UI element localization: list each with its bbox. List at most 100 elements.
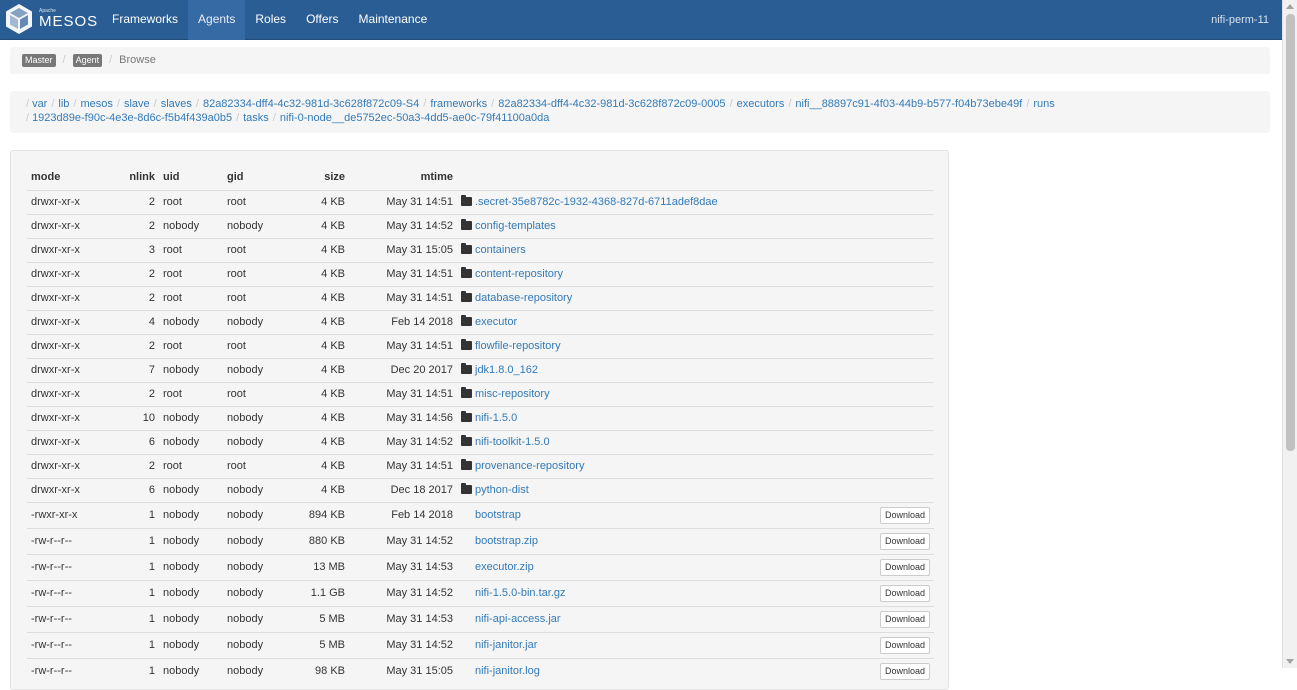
- path-segment[interactable]: 82a82334-dff4-4c32-981d-3c628f872c09-000…: [498, 98, 725, 110]
- path-segment[interactable]: frameworks: [430, 98, 487, 110]
- cell-size: 4 KB: [295, 237, 349, 262]
- path-segment[interactable]: nifi__88897c91-4f03-44b9-b577-f04b73ebe4…: [795, 98, 1022, 110]
- path-segment[interactable]: mesos: [80, 98, 112, 110]
- path-separator: /: [73, 98, 77, 110]
- directory-link[interactable]: jdk1.8.0_162: [475, 364, 538, 376]
- path-segment[interactable]: lib: [58, 98, 69, 110]
- directory-link[interactable]: provenance-repository: [475, 460, 584, 472]
- folder-icon: [461, 267, 472, 278]
- cell-uid: nobody: [159, 429, 223, 454]
- download-button[interactable]: Download: [879, 584, 930, 602]
- directory-link[interactable]: executor: [475, 316, 517, 328]
- path-segment[interactable]: slave: [124, 98, 150, 110]
- directory-link[interactable]: flowfile-repository: [475, 340, 561, 352]
- cell-mtime: Feb 14 2018: [349, 309, 457, 334]
- cell-actions: [875, 261, 934, 286]
- directory-link[interactable]: nifi-1.5.0: [475, 412, 517, 424]
- file-link[interactable]: nifi-1.5.0-bin.tar.gz: [475, 587, 566, 599]
- directory-link[interactable]: python-dist: [475, 484, 529, 496]
- cell-mode: drwxr-xr-x: [27, 381, 117, 406]
- cell-gid: root: [223, 261, 295, 286]
- directory-link[interactable]: misc-repository: [475, 388, 550, 400]
- cell-nlink: 1: [117, 527, 159, 554]
- page-scrollbar[interactable]: [1282, 0, 1297, 668]
- file-link[interactable]: bootstrap: [475, 509, 521, 521]
- download-button[interactable]: Download: [879, 610, 930, 628]
- file-link[interactable]: executor.zip: [475, 561, 534, 573]
- header-mtime[interactable]: mtime: [349, 165, 457, 191]
- nav-offers[interactable]: Offers: [296, 0, 348, 40]
- nav-agents[interactable]: Agents: [188, 0, 246, 40]
- path-separator: /: [272, 112, 276, 124]
- path-segment[interactable]: nifi-0-node__de5752ec-50a3-4dd5-ae0c-79f…: [280, 112, 550, 124]
- cell-nlink: 1: [117, 631, 159, 658]
- download-button[interactable]: Download: [879, 662, 930, 680]
- cell-size: 98 KB: [295, 657, 349, 684]
- cell-nlink: 3: [117, 237, 159, 262]
- cell-gid: nobody: [223, 605, 295, 632]
- directory-link[interactable]: .secret-35e8782c-1932-4368-827d-6711adef…: [475, 196, 718, 208]
- file-browser-panel: mode nlink uid gid size mtime drwxr-xr-x…: [10, 150, 949, 690]
- directory-link[interactable]: config-templates: [475, 220, 556, 232]
- path-segment[interactable]: 82a82334-dff4-4c32-981d-3c628f872c09-S4: [203, 98, 419, 110]
- cell-name: flowfile-repository: [457, 333, 876, 358]
- scrollbar-thumb[interactable]: [1286, 14, 1295, 451]
- file-link[interactable]: nifi-janitor.jar: [475, 639, 537, 651]
- download-button[interactable]: Download: [879, 532, 930, 550]
- cell-nlink: 6: [117, 429, 159, 454]
- table-row: drwxr-xr-x 2 root root 4 KB May 31 14:51 .secr…: [27, 189, 934, 214]
- scroll-up-icon[interactable]: [1286, 4, 1294, 9]
- path-segment[interactable]: runs: [1033, 98, 1054, 110]
- breadcrumb-agent[interactable]: Agent: [72, 54, 103, 67]
- path-segment[interactable]: tasks: [243, 112, 269, 124]
- cell-uid: root: [159, 261, 223, 286]
- cell-mtime: May 31 14:51: [349, 381, 457, 406]
- nav-maintenance[interactable]: Maintenance: [349, 0, 438, 40]
- cell-nlink: 4: [117, 309, 159, 334]
- breadcrumb-master[interactable]: Master: [22, 54, 56, 67]
- cell-nlink: 2: [117, 189, 159, 214]
- path-segment[interactable]: executors: [737, 98, 785, 110]
- download-button[interactable]: Download: [879, 506, 930, 524]
- path-separator: /: [195, 98, 199, 110]
- nav-roles[interactable]: Roles: [245, 0, 296, 40]
- directory-link[interactable]: nifi-toolkit-1.5.0: [475, 436, 550, 448]
- cell-actions: [875, 477, 934, 502]
- cell-name: nifi-janitor.jar: [457, 631, 876, 658]
- path-segment[interactable]: 1923d89e-f90c-4e3e-8d6c-f5b4f439a0b5: [32, 112, 232, 124]
- nav-frameworks[interactable]: Frameworks: [102, 0, 188, 40]
- cell-actions: Download: [875, 657, 934, 684]
- cluster-name: nifi-perm-11: [1211, 14, 1269, 26]
- folder-icon: [461, 315, 472, 326]
- header-nlink[interactable]: nlink: [117, 165, 159, 191]
- header-gid[interactable]: gid: [223, 165, 295, 191]
- directory-link[interactable]: database-repository: [475, 292, 572, 304]
- cell-mtime: May 31 14:52: [349, 213, 457, 238]
- table-row: drwxr-xr-x 2 root root 4 KB May 31 14:51 prove…: [27, 453, 934, 478]
- cell-actions: [875, 357, 934, 382]
- header-mode[interactable]: mode: [27, 165, 117, 191]
- file-link[interactable]: bootstrap.zip: [475, 535, 538, 547]
- header-uid[interactable]: uid: [159, 165, 223, 191]
- cell-mode: -rwxr-xr-x: [27, 501, 117, 528]
- download-button[interactable]: Download: [879, 558, 930, 576]
- cell-actions: [875, 189, 934, 214]
- mesos-logo[interactable]: Apache MESOS: [4, 3, 97, 37]
- cell-mode: -rw-r--r--: [27, 605, 117, 632]
- download-button[interactable]: Download: [879, 636, 930, 654]
- path-segment[interactable]: slaves: [161, 98, 192, 110]
- cell-size: 4 KB: [295, 357, 349, 382]
- cell-uid: nobody: [159, 527, 223, 554]
- cell-name: executor: [457, 309, 876, 334]
- directory-link[interactable]: content-repository: [475, 268, 563, 280]
- cell-nlink: 2: [117, 453, 159, 478]
- scroll-down-icon[interactable]: [1286, 659, 1294, 664]
- cell-uid: nobody: [159, 309, 223, 334]
- path-separator: /: [491, 98, 495, 110]
- file-link[interactable]: nifi-api-access.jar: [475, 613, 561, 625]
- header-size[interactable]: size: [295, 165, 349, 191]
- path-segment[interactable]: var: [32, 98, 47, 110]
- cell-uid: nobody: [159, 477, 223, 502]
- directory-link[interactable]: containers: [475, 244, 526, 256]
- file-link[interactable]: nifi-janitor.log: [475, 665, 540, 677]
